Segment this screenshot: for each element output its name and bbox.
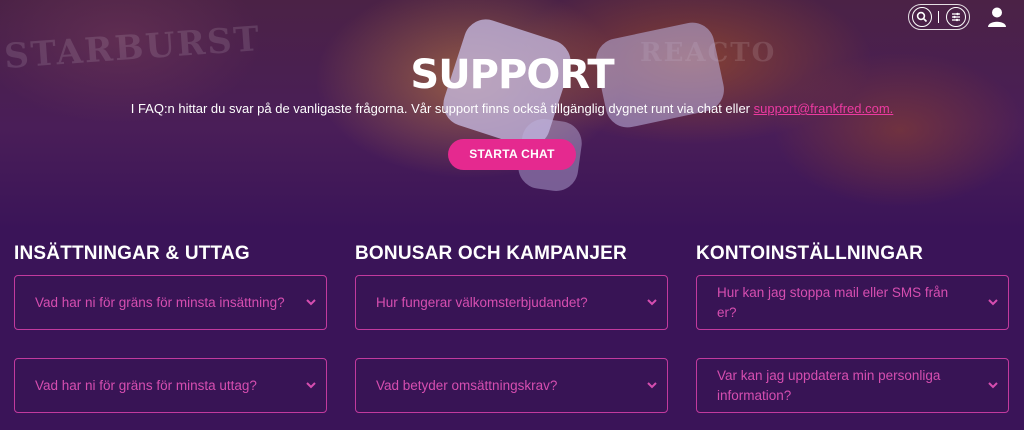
filter-icon[interactable] — [945, 7, 966, 27]
faq-item[interactable]: Vad betyder omsättningskrav? — [355, 358, 668, 413]
chevron-down-icon — [296, 382, 326, 389]
section-title-deposits: INSÄTTNINGAR & UTTAG — [14, 243, 250, 264]
faq-question: Var kan jag uppdatera min personliga inf… — [717, 367, 941, 403]
header-tools — [908, 4, 970, 30]
divider — [938, 11, 940, 23]
faq-question: Hur kan jag stoppa mail eller SMS från e… — [717, 284, 949, 320]
faq-question: Vad betyder omsättningskrav? — [376, 377, 558, 393]
support-email-link[interactable]: support@frankfred.com. — [754, 101, 894, 116]
faq-item[interactable]: Vad har ni för gräns för minsta uttag? — [14, 358, 327, 413]
chevron-down-icon — [296, 299, 326, 306]
faq-question: Hur fungerar välkomsterbjudandet? — [376, 294, 588, 310]
chevron-down-icon — [978, 299, 1008, 306]
subtitle-text: I FAQ:n hittar du svar på de vanligaste … — [130, 101, 754, 116]
search-icon[interactable] — [912, 7, 933, 27]
faq-item[interactable]: Hur kan jag stoppa mail eller SMS från e… — [696, 275, 1009, 330]
section-title-account-settings: KONTOINSTÄLLNINGAR — [696, 243, 924, 264]
page-title: SUPPORT — [410, 52, 614, 98]
section-title-bonuses: BONUSAR OCH KAMPANJER — [355, 243, 627, 264]
faq-question: Vad har ni för gräns för minsta insättni… — [35, 294, 285, 310]
faq-item[interactable]: Hur fungerar välkomsterbjudandet? — [355, 275, 668, 330]
chevron-down-icon — [637, 382, 667, 389]
page-subtitle: I FAQ:n hittar du svar på de vanligaste … — [0, 101, 1024, 116]
faq-question: Vad har ni för gräns för minsta uttag? — [35, 377, 257, 393]
user-icon[interactable] — [987, 6, 1007, 28]
faq-item[interactable]: Var kan jag uppdatera min personliga inf… — [696, 358, 1009, 413]
chevron-down-icon — [637, 299, 667, 306]
faq-item[interactable]: Vad har ni för gräns för minsta insättni… — [14, 275, 327, 330]
chevron-down-icon — [978, 382, 1008, 389]
start-chat-button[interactable]: STARTA CHAT — [448, 139, 576, 170]
